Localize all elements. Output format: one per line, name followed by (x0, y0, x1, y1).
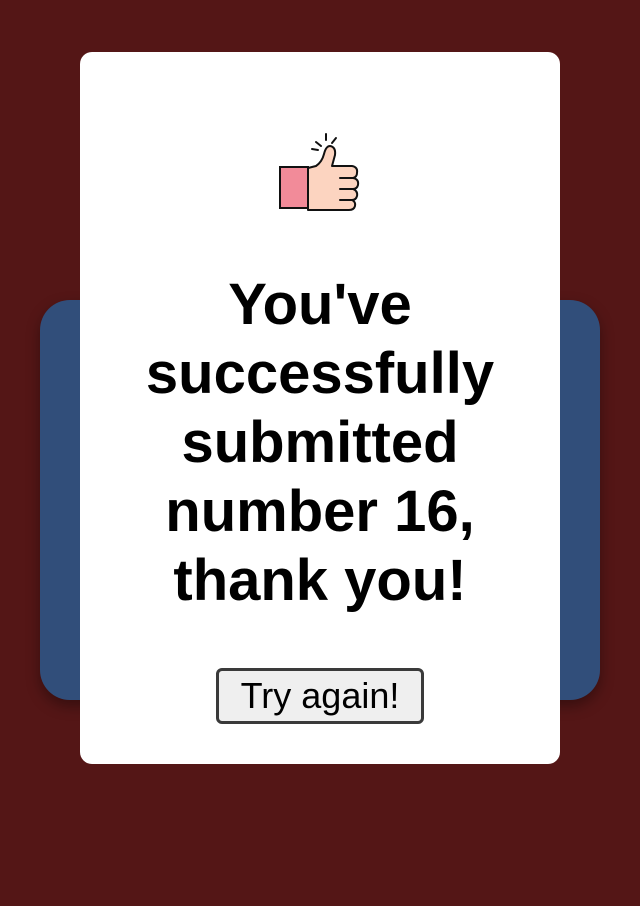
confirmation-card: You've successfully submitted number 16,… (80, 52, 560, 764)
try-again-button[interactable]: Try again! (216, 668, 424, 724)
thumbs-up-icon (279, 133, 360, 211)
confirmation-message: You've successfully submitted number 16,… (145, 272, 495, 613)
icon-container (80, 132, 560, 212)
